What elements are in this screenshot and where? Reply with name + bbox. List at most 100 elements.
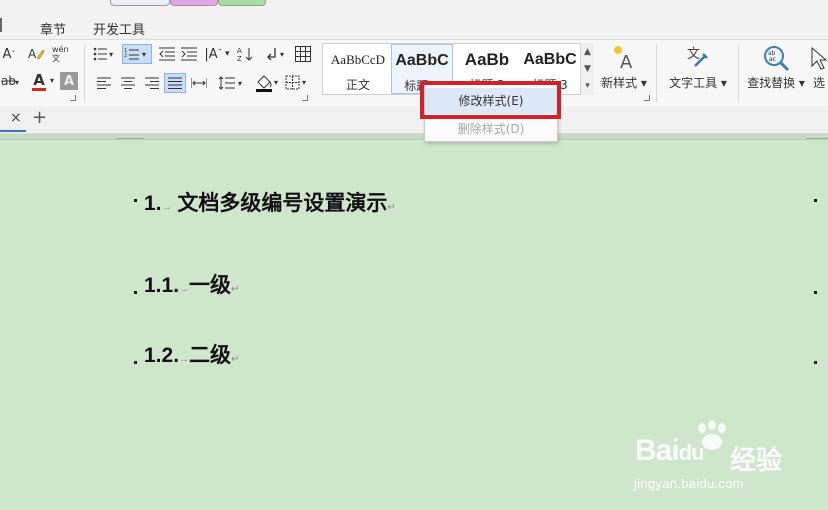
font-color-bar: [32, 88, 46, 91]
window-tab[interactable]: [170, 0, 218, 6]
new-style-icon: A: [614, 46, 633, 70]
gallery-scrollbar[interactable]: ▲ ▼ ▾: [580, 43, 594, 95]
select-label: 选: [812, 76, 825, 90]
svg-text:Z: Z: [237, 55, 242, 62]
style-sample: AaBbCcD: [330, 52, 386, 67]
select-arrow-icon: [811, 46, 828, 70]
select-button[interactable]: 选: [810, 44, 828, 91]
divider: [738, 44, 739, 102]
font-dialog-launcher-icon[interactable]: [70, 95, 76, 101]
svg-text:ac: ac: [769, 56, 776, 63]
heading-level-2[interactable]: 1.2.→二级↵: [144, 339, 239, 369]
numbered-list-icon[interactable]: 1 2 ▾: [122, 44, 152, 64]
style-sample: AaBbC: [523, 51, 577, 68]
styles-dialog-launcher-icon[interactable]: [644, 95, 650, 101]
character-shading-icon[interactable]: A: [60, 72, 78, 90]
align-center-icon[interactable]: [120, 76, 136, 90]
font-color-letter: A: [33, 71, 45, 89]
phonetic-guide-icon[interactable]: wén 文: [52, 44, 78, 64]
document-tab-strip: [0, 106, 828, 134]
svg-text:2: 2: [124, 53, 127, 59]
borders-icon[interactable]: ▾: [284, 74, 312, 92]
paragraph-mark-dot: [134, 361, 137, 364]
heading-text: 二级: [189, 344, 232, 367]
table-icon[interactable]: [294, 45, 312, 63]
text-tools-label: 文字工具 ▾: [669, 76, 727, 90]
heading-level-1[interactable]: 1.→ 文档多级编号设置演示↵: [144, 187, 396, 217]
decrease-indent-icon[interactable]: [158, 46, 176, 62]
watermark-url: jingyan.baidu.com: [634, 476, 744, 491]
scroll-down-icon[interactable]: ▼: [584, 64, 591, 74]
svg-text:A: A: [28, 47, 37, 61]
gallery-expand-icon[interactable]: ▾: [585, 81, 590, 91]
close-tab-icon[interactable]: ×: [10, 110, 22, 126]
paragraph-mark-dot: [814, 199, 817, 202]
align-left-icon[interactable]: [96, 76, 112, 90]
paragraph-marks-icon[interactable]: ▾: [264, 45, 290, 63]
svg-text:文: 文: [687, 47, 700, 62]
svg-text:▾: ▾: [142, 50, 146, 59]
svg-text:▾: ▾: [274, 78, 278, 87]
font-color-button[interactable]: A: [28, 71, 50, 93]
style-sample: AaBb: [464, 50, 510, 69]
distributed-align-icon[interactable]: [190, 76, 208, 90]
change-case-icon[interactable]: |A ˆ ▾: [202, 45, 232, 63]
justify-icon[interactable]: [164, 73, 186, 93]
annotation-highlight-box: [420, 81, 561, 119]
watermark-cn: 经验: [730, 446, 783, 476]
paragraph-dialog-launcher-icon[interactable]: [302, 95, 308, 101]
tab-mark: →: [161, 202, 172, 213]
sort-icon[interactable]: AZ: [236, 45, 258, 63]
menu-item-developer-tools[interactable]: 开发工具: [93, 19, 145, 38]
tab-mark: →: [179, 284, 190, 295]
scroll-up-icon[interactable]: ▲: [584, 47, 591, 57]
delete-style-menu-item[interactable]: 删除样式(D): [425, 116, 557, 142]
heading-level-2[interactable]: 1.1.→一级↵: [144, 269, 239, 299]
divider: [656, 44, 657, 102]
svg-text:▾: ▾: [238, 79, 242, 88]
bullet-list-icon[interactable]: ▾: [92, 46, 118, 62]
paragraph-return-mark: ↵: [231, 354, 240, 365]
font-size-decrease-icon[interactable]: Aˇ: [2, 46, 16, 62]
style-sample: AaBbC: [395, 52, 449, 69]
strikethrough-icon[interactable]: ab ▾: [0, 72, 22, 90]
divider: [84, 44, 85, 102]
window-tab[interactable]: [218, 0, 266, 6]
style-label: 正文: [345, 78, 370, 92]
paragraph-return-mark: ↵: [387, 202, 396, 213]
window-tab[interactable]: [110, 0, 170, 6]
chevron-down-icon[interactable]: ▾: [48, 76, 56, 85]
paragraph-mark-dot: [134, 199, 137, 202]
text-tools-button[interactable]: 文 文字工具 ▾: [664, 44, 732, 91]
margin-corner-mark: [806, 138, 828, 144]
new-style-button[interactable]: A 新样式 ▾: [600, 44, 648, 91]
new-style-label: 新样式 ▾: [601, 76, 647, 90]
clear-format-icon[interactable]: A: [26, 45, 46, 63]
menu-item-chapter[interactable]: 章节: [40, 19, 66, 38]
new-tab-icon[interactable]: +: [32, 107, 47, 128]
increase-indent-icon[interactable]: [180, 46, 198, 62]
find-replace-button[interactable]: ab ac 查找替换 ▾: [744, 44, 808, 91]
menu-edge: [0, 18, 2, 32]
watermark-brand-part1: Bai: [635, 434, 680, 467]
line-spacing-icon[interactable]: ▾: [218, 75, 246, 91]
heading-text: 文档多级编号设置演示: [177, 192, 388, 215]
text-tools-icon: 文: [687, 47, 708, 67]
margin-corner-mark: [116, 138, 144, 144]
phonetic-guide-label: wén 文: [52, 45, 69, 63]
style-normal[interactable]: AaBbCcD 正文: [325, 44, 391, 94]
heading-number: 1.: [144, 192, 162, 215]
magnifier-icon: ab ac: [764, 46, 790, 72]
baidu-jingyan-watermark: Baidu 经验 jingyan.baidu.com: [632, 420, 822, 500]
heading-number: 1.1.: [144, 274, 180, 297]
heading-text: 一级: [189, 274, 232, 297]
shading-fill-icon[interactable]: ▾: [254, 73, 282, 93]
paragraph-mark-dot: [134, 291, 137, 294]
align-right-icon[interactable]: [144, 76, 160, 90]
paragraph-mark-dot: [814, 361, 817, 364]
heading-number: 1.2.: [144, 344, 180, 367]
svg-text:▾: ▾: [302, 78, 306, 87]
tab-mark: →: [179, 354, 190, 365]
menu-bar: 章节 开发工具: [0, 0, 828, 40]
find-replace-label: 查找替换 ▾: [747, 76, 805, 90]
